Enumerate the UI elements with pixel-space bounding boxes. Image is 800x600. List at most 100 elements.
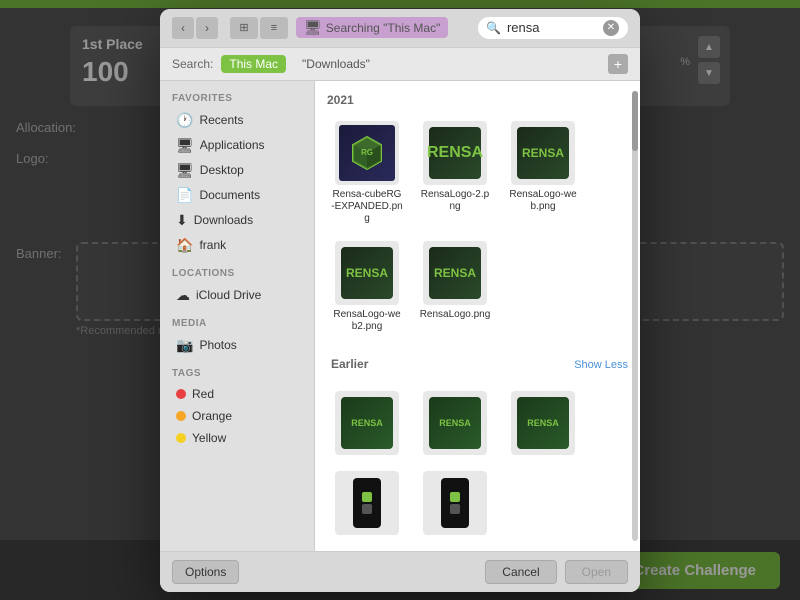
file-item-rensa-web[interactable]: RENSA RensaLogo-web.png [503, 117, 583, 229]
sidebar-item-frank[interactable]: 🏠 frank [164, 233, 310, 258]
file-name-rensa2: RensaLogo-2.png [419, 189, 491, 213]
file-item-earlier-3[interactable]: RENSA [503, 387, 583, 459]
file-thumb-rensa-web2: RENSA [335, 241, 399, 305]
file-dialog: ‹ › ⊞ ≡ 🖥 Searching "This Mac" 🔍 ✕ [160, 9, 640, 592]
applications-label: Applications [200, 138, 265, 152]
clear-search-button[interactable]: ✕ [603, 20, 619, 36]
nav-buttons: ‹ › [172, 17, 218, 39]
dialog-toolbar: ‹ › ⊞ ≡ 🖥 Searching "This Mac" 🔍 ✕ [160, 9, 640, 48]
rensa-symbol-web2: RENSA [346, 266, 388, 280]
sidebar-item-orange[interactable]: Orange [164, 405, 310, 427]
desktop-label: Desktop [200, 163, 244, 177]
svg-text:RG: RG [361, 148, 373, 157]
file-grid-2021: RG Rensa-cubeRG-EXPANDED.png RENSA [323, 113, 632, 341]
rensa-symbol-2: RENSA [427, 144, 483, 162]
earlier-label: Earlier [327, 353, 372, 377]
file-item-cube[interactable]: RG Rensa-cubeRG-EXPANDED.png [327, 117, 407, 229]
search-location-text: Searching "This Mac" [326, 21, 441, 35]
applications-icon: 🖥 [176, 137, 194, 154]
rensa-symbol-logo: RENSA [434, 266, 476, 280]
rensa-small-1: RENSA [341, 397, 393, 449]
file-grid-earlier: RENSA RENSA [323, 383, 632, 543]
favorites-label: Favorites [160, 91, 314, 108]
mobile-dot-2 [362, 504, 372, 514]
file-item-rensa-logo[interactable]: RENSA RensaLogo.png [415, 237, 495, 337]
recents-label: Recents [199, 113, 243, 127]
scroll-thumb[interactable] [632, 91, 638, 151]
sidebar-item-icloud[interactable]: ☁ iCloud Drive [164, 283, 310, 308]
mobile-dark-2 [441, 478, 469, 528]
frank-label: frank [199, 238, 226, 252]
sidebar-item-yellow[interactable]: Yellow [164, 427, 310, 449]
yellow-label: Yellow [192, 431, 226, 445]
red-tag-dot [176, 389, 186, 399]
sidebar-item-downloads[interactable]: ⬇ Downloads [164, 208, 310, 233]
back-button[interactable]: ‹ [172, 17, 194, 39]
location-icon: 🖥 [304, 19, 322, 36]
dialog-body: Favorites 🕐 Recents 🖥 Applications 🖥 Des… [160, 81, 640, 551]
rensa-small-text-2: RENSA [439, 418, 471, 428]
downloads-label: Downloads [194, 213, 253, 227]
grid-view-button[interactable]: ⊞ [230, 17, 258, 39]
mobile-dot-3 [450, 492, 460, 502]
icloud-label: iCloud Drive [196, 288, 261, 302]
active-filter-tag[interactable]: This Mac [221, 55, 286, 73]
file-name-cube: Rensa-cubeRG-EXPANDED.png [331, 189, 403, 225]
cube-logo-svg: RG [347, 133, 387, 173]
inactive-filter-tag[interactable]: "Downloads" [294, 55, 378, 73]
media-label: Media [160, 316, 314, 333]
background-page: 1st Place 100 % ▲ ▼ 2nd Place 0 % ▲ ▼ 3r… [0, 0, 800, 600]
search-filters-row: Search: This Mac "Downloads" + [160, 48, 640, 81]
orange-label: Orange [192, 409, 232, 423]
file-item-earlier-5[interactable] [415, 467, 495, 539]
desktop-icon: 🖥 [176, 162, 194, 179]
file-thumb-earlier-5 [423, 471, 487, 535]
rensa-small-text-3: RENSA [527, 418, 559, 428]
icloud-icon: ☁ [176, 287, 190, 304]
options-button[interactable]: Options [172, 560, 239, 584]
mobile-dot-4 [450, 504, 460, 514]
forward-button[interactable]: › [196, 17, 218, 39]
search-area: 🔍 ✕ [478, 17, 628, 39]
dialog-footer-right: Cancel Open [485, 560, 628, 584]
sidebar-item-red[interactable]: Red [164, 383, 310, 405]
dialog-cancel-button[interactable]: Cancel [485, 560, 556, 584]
file-item-earlier-1[interactable]: RENSA [327, 387, 407, 459]
file-item-rensa2[interactable]: RENSA RensaLogo-2.png [415, 117, 495, 229]
file-thumb-earlier-4 [335, 471, 399, 535]
dialog-open-button[interactable]: Open [565, 560, 628, 584]
rensa-small-text-1: RENSA [351, 418, 383, 428]
file-item-rensa-web2[interactable]: RENSA RensaLogo-web2.png [327, 237, 407, 337]
dialog-sidebar: Favorites 🕐 Recents 🖥 Applications 🖥 Des… [160, 81, 315, 551]
view-buttons: ⊞ ≡ [230, 17, 288, 39]
file-thumb-earlier-1: RENSA [335, 391, 399, 455]
file-thumb-cube: RG [335, 121, 399, 185]
sidebar-item-photos[interactable]: 📷 Photos [164, 333, 310, 358]
file-item-earlier-4[interactable] [327, 467, 407, 539]
file-name-rensa-web: RensaLogo-web.png [507, 189, 579, 213]
sidebar-item-desktop[interactable]: 🖥 Desktop [164, 158, 310, 183]
documents-label: Documents [199, 188, 260, 202]
file-thumb-rensa2: RENSA [423, 121, 487, 185]
add-filter-button[interactable]: + [608, 54, 628, 74]
file-grid-area: 2021 [315, 81, 640, 551]
yellow-tag-dot [176, 433, 186, 443]
red-label: Red [192, 387, 214, 401]
orange-tag-dot [176, 411, 186, 421]
downloads-icon: ⬇ [176, 212, 188, 229]
search-input[interactable] [507, 20, 597, 35]
rensa-thumb-web: RENSA [517, 127, 569, 179]
section-year-2021: 2021 [327, 93, 354, 107]
file-item-earlier-2[interactable]: RENSA [415, 387, 495, 459]
file-thumb-earlier-3: RENSA [511, 391, 575, 455]
tags-label: Tags [160, 366, 314, 383]
show-less-button-2021[interactable]: Show Less [574, 359, 628, 371]
list-view-button[interactable]: ≡ [260, 17, 288, 39]
locations-label: Locations [160, 266, 314, 283]
sidebar-item-recents[interactable]: 🕐 Recents [164, 108, 310, 133]
file-thumb-rensa-logo: RENSA [423, 241, 487, 305]
rensa-thumb-web2: RENSA [341, 247, 393, 299]
sidebar-item-applications[interactable]: 🖥 Applications [164, 133, 310, 158]
rensa-small-2: RENSA [429, 397, 481, 449]
sidebar-item-documents[interactable]: 📄 Documents [164, 183, 310, 208]
